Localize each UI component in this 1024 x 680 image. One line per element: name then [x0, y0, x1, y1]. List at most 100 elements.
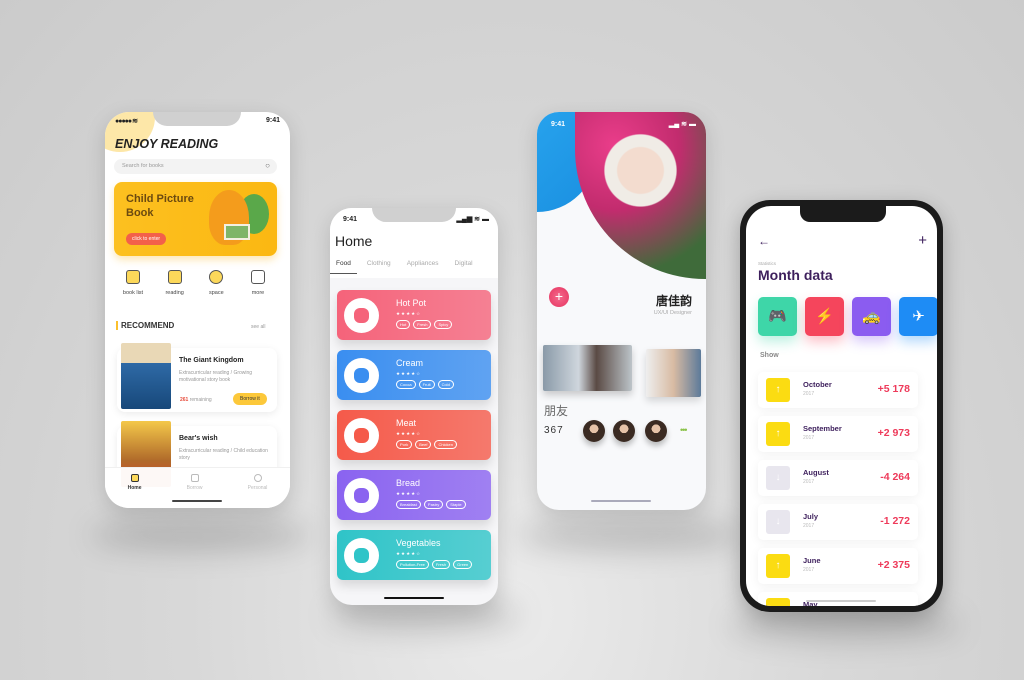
- gamepad-icon: 🎮: [768, 308, 787, 325]
- planet-icon: [209, 270, 224, 284]
- tag[interactable]: Pork: [396, 440, 413, 449]
- tab-clothing[interactable]: Clothing: [361, 260, 397, 274]
- home-icon: [130, 474, 139, 482]
- food-name: Meat: [396, 418, 417, 428]
- tab-food[interactable]: Food: [330, 260, 357, 274]
- person-icon: [253, 474, 262, 482]
- search-icon[interactable]: ○: [265, 161, 270, 170]
- tag[interactable]: Hot: [396, 320, 411, 329]
- food-name: Cream: [396, 358, 424, 368]
- home-indicator: [172, 500, 222, 502]
- tag[interactable]: Spicy: [434, 320, 453, 329]
- more-friends-button[interactable]: •••: [680, 425, 688, 435]
- tag[interactable]: Fresh: [413, 320, 432, 329]
- category-reading[interactable]: reading: [156, 270, 194, 296]
- back-button[interactable]: ←: [758, 234, 770, 248]
- car-category-button[interactable]: 🚕: [852, 297, 891, 336]
- month-row[interactable]: ↑ October 2017 +5 178: [758, 372, 918, 408]
- battery-icon: ▂▄▆ ≋ ▬: [456, 216, 489, 223]
- fuel-drop-category-button[interactable]: ⚡: [805, 297, 844, 336]
- tag[interactable]: Fresh: [431, 560, 451, 569]
- page-title: Month data: [758, 267, 833, 283]
- page-title: ENJOY READING: [115, 137, 219, 151]
- tab-borrow[interactable]: Borrow: [187, 474, 203, 508]
- tag[interactable]: Staple: [446, 500, 466, 509]
- tab-home[interactable]: Home: [128, 474, 141, 508]
- signal-icon: ●●●●● ≋: [115, 118, 138, 125]
- food-card[interactable]: Hot Pot ★★★★☆ Hot Fresh Spicy: [337, 290, 491, 340]
- tag[interactable]: Chicken: [434, 440, 457, 449]
- food-card[interactable]: Bread ★★★★☆ Breakfast Pastry Staple: [337, 470, 491, 520]
- fuel-drop-icon: ⚡: [815, 308, 834, 325]
- promo-banner[interactable]: Child Picture Book click to enter: [114, 182, 277, 256]
- tag[interactable]: Cocoa: [396, 380, 416, 389]
- tag[interactable]: Fruit: [418, 380, 435, 389]
- month-row[interactable]: ↑ June 2017 +2 375: [758, 548, 918, 584]
- month-row[interactable]: ↓ August 2017 -4 264: [758, 460, 918, 496]
- month-year: 2017: [803, 523, 815, 529]
- steak-icon: [354, 428, 369, 443]
- month-value: -1 272: [880, 515, 910, 527]
- friend-avatar[interactable]: [583, 420, 605, 442]
- see-all-link[interactable]: see all: [251, 324, 265, 330]
- add-button[interactable]: +: [918, 232, 927, 249]
- month-name: June: [803, 556, 821, 565]
- ice-cream-icon: [354, 368, 369, 383]
- month-year: 2017: [803, 435, 815, 441]
- show-label: Show: [760, 352, 779, 359]
- friend-avatar[interactable]: [613, 420, 635, 442]
- screen: ← + Statistics Month data 🎮 ⚡ 🚕 ✈ Show ↑ Oc…: [746, 206, 937, 606]
- gamepad-category-button[interactable]: 🎮: [758, 297, 797, 336]
- borrow-icon: [190, 474, 199, 482]
- category-tabs: Food Clothing Appliances Digital: [330, 260, 483, 274]
- book-card[interactable]: The Giant Kingdom Extracurricular readin…: [117, 343, 277, 412]
- book-description: Extracurricular reading / Growing motiva…: [179, 370, 253, 383]
- arrow-down-icon: ↓: [766, 510, 790, 534]
- tag[interactable]: Cold: [437, 380, 454, 389]
- month-row[interactable]: ↓ July 2017 -1 272: [758, 504, 918, 540]
- food-icon-circle: [344, 478, 379, 513]
- gallery-photo[interactable]: [646, 349, 701, 397]
- tag[interactable]: Pastry: [423, 500, 444, 509]
- status-time: 9:41: [265, 117, 280, 124]
- food-card[interactable]: Cream ★★★★☆ Cocoa Fruit Cold: [337, 350, 491, 400]
- heart-book-icon: [167, 270, 182, 284]
- month-name: August: [803, 468, 829, 477]
- category-more[interactable]: more: [239, 270, 277, 296]
- gallery-photo[interactable]: [543, 345, 632, 391]
- tag[interactable]: Pollution-Free: [396, 560, 429, 569]
- month-row[interactable]: ↑ May: [758, 592, 918, 606]
- tab-digital[interactable]: Digital: [449, 260, 479, 274]
- month-value: +5 178: [877, 383, 910, 395]
- tag[interactable]: Beef: [415, 440, 432, 449]
- month-row[interactable]: ↑ September 2017 +2 973: [758, 416, 918, 452]
- section-title: RECOMMEND: [116, 321, 174, 330]
- tag-list: Pork Beef Chicken: [396, 440, 457, 449]
- food-card[interactable]: Vegetables ★★★★☆ Pollution-Free Fresh Gree…: [337, 530, 491, 580]
- plane-icon: ✈: [912, 308, 925, 325]
- category-book-list[interactable]: book list: [114, 270, 152, 296]
- enter-button[interactable]: click to enter: [126, 233, 167, 245]
- tag[interactable]: Breakfast: [396, 500, 421, 509]
- tag[interactable]: Green: [453, 560, 473, 569]
- food-icon-circle: [344, 298, 379, 333]
- category-space[interactable]: space: [197, 270, 235, 296]
- borrow-button[interactable]: Borrow it: [233, 393, 267, 405]
- friend-avatar[interactable]: [645, 420, 667, 442]
- tab-appliances[interactable]: Appliances: [401, 260, 445, 274]
- banner-title: Child Picture Book: [126, 193, 194, 219]
- month-name: September: [803, 424, 842, 433]
- books-illustration: [224, 224, 250, 240]
- home-indicator: [591, 500, 651, 502]
- food-icon-circle: [344, 358, 379, 393]
- search-input[interactable]: Search for books ○: [114, 159, 277, 174]
- arrow-up-icon: ↑: [766, 598, 790, 606]
- tab-personal[interactable]: Personal: [248, 474, 267, 508]
- tag-list: Pollution-Free Fresh Green: [396, 560, 473, 569]
- book-title: The Giant Kingdom: [179, 357, 244, 364]
- food-card[interactable]: Meat ★★★★☆ Pork Beef Chicken: [337, 410, 491, 460]
- plane-category-button[interactable]: ✈: [899, 297, 937, 336]
- battery-icon: ▂▄ ≋ ▬: [668, 121, 696, 128]
- food-icon-circle: [344, 418, 379, 453]
- add-button[interactable]: +: [549, 287, 569, 307]
